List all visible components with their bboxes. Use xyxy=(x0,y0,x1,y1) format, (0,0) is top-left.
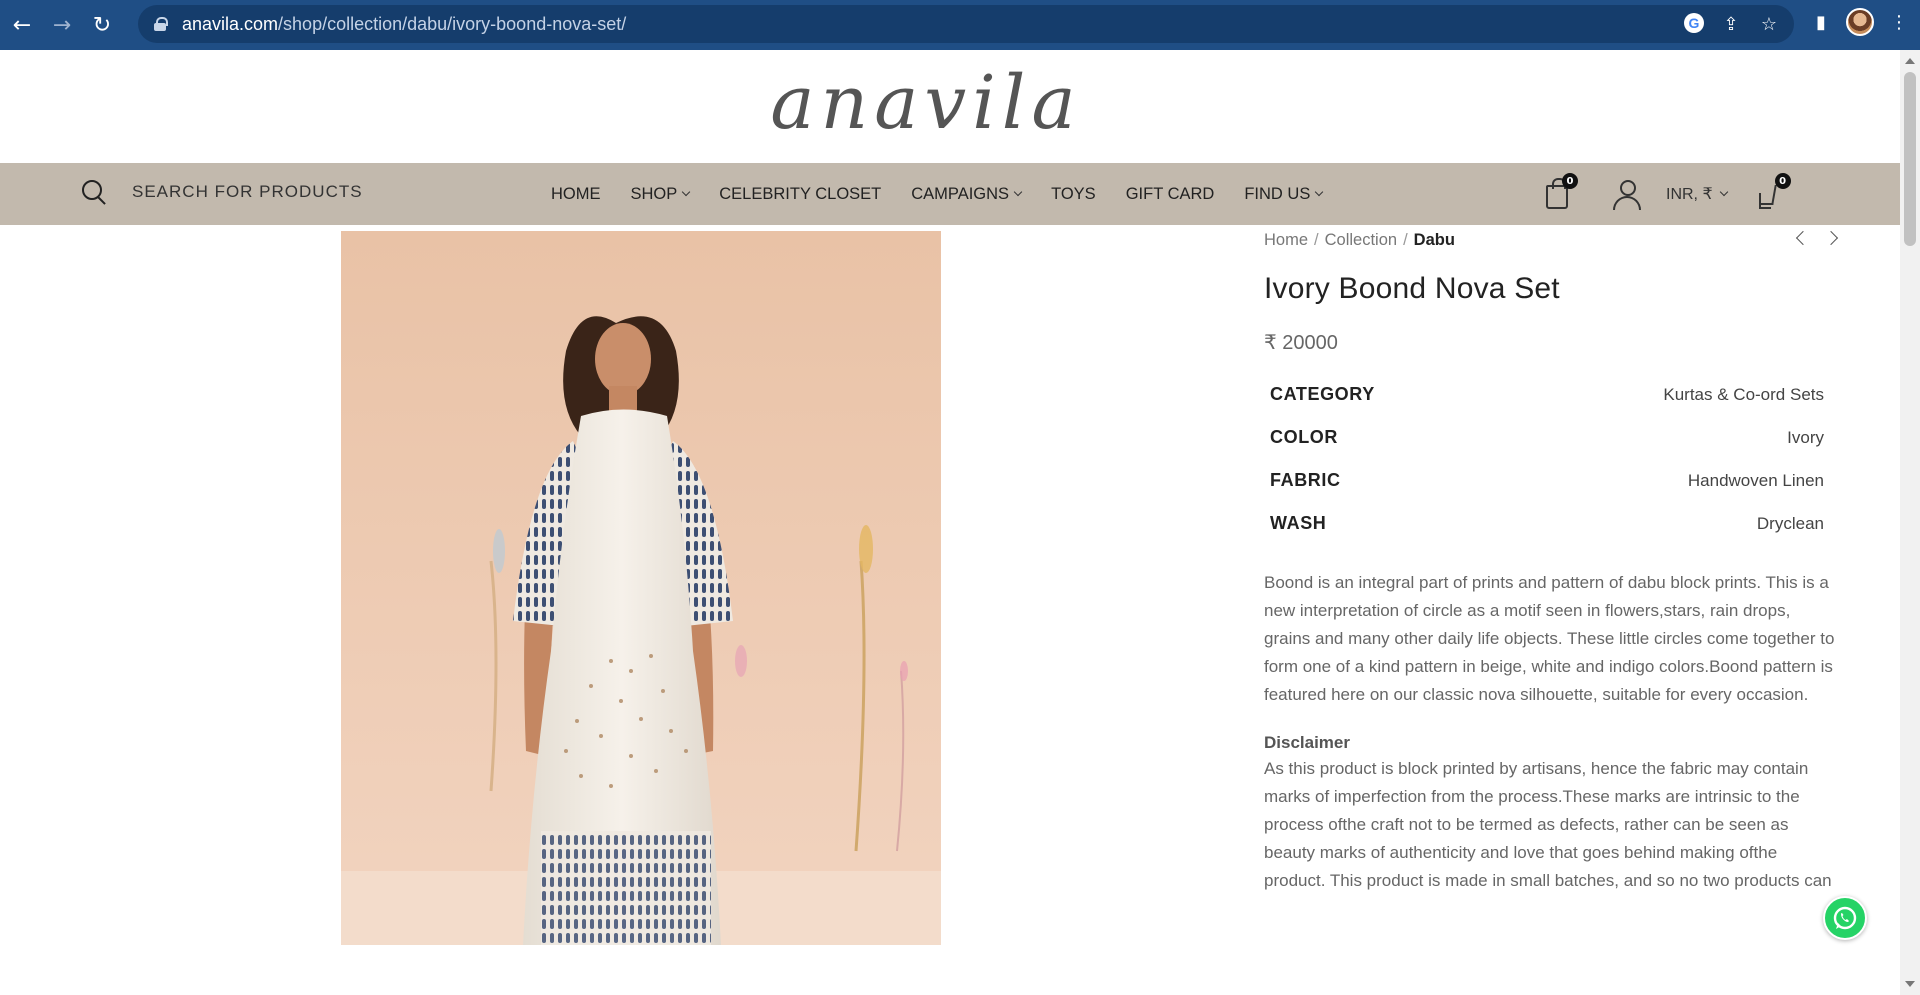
disclaimer-heading: Disclaimer xyxy=(1264,733,1350,752)
profile-avatar[interactable] xyxy=(1846,8,1874,36)
scroll-down-icon[interactable] xyxy=(1905,981,1915,987)
attribute-value: Ivory xyxy=(1787,427,1824,447)
product-description: Boond is an integral part of prints and … xyxy=(1264,573,1835,704)
browser-toolbar: ← → ↻ anavila.com/shop/collection/dabu/i… xyxy=(0,0,1920,50)
cart-count-badge: 0 xyxy=(1562,173,1578,189)
menu-item-label: SHOP xyxy=(630,184,678,203)
whatsapp-icon xyxy=(1833,906,1857,930)
product-details: Home / Collection / Dabu Ivory Boond Nov… xyxy=(1264,230,1839,895)
product-attributes: CATEGORY Kurtas & Co-ord Sets COLOR Ivor… xyxy=(1264,373,1830,545)
menu-item-find-us[interactable]: FIND US xyxy=(1244,184,1324,204)
menu-item-toys[interactable]: TOYS xyxy=(1051,185,1096,204)
whatsapp-chat-button[interactable] xyxy=(1823,896,1867,940)
product-navigation xyxy=(1795,230,1839,246)
menu-item-label: CELEBRITY CLOSET xyxy=(719,184,882,203)
chevron-down-icon xyxy=(1013,187,1023,197)
attribute-key: WASH xyxy=(1270,513,1327,533)
primary-menu: HOME SHOP CELEBRITY CLOSET CAMPAIGNS TOY… xyxy=(551,163,1324,225)
page-scrollbar[interactable] xyxy=(1900,50,1920,995)
menu-item-label: FIND US xyxy=(1244,184,1311,203)
lock-icon[interactable] xyxy=(154,17,168,31)
menu-item-campaigns[interactable]: CAMPAIGNS xyxy=(911,184,1023,204)
header-actions: 0 INR, ₹ 0 xyxy=(1546,163,1791,225)
menu-item-label: CAMPAIGNS xyxy=(911,184,1010,203)
product-title: Ivory Boond Nova Set xyxy=(1264,272,1560,305)
attribute-key: FABRIC xyxy=(1270,470,1341,490)
chevron-down-icon xyxy=(682,187,691,197)
attribute-row: FABRIC Handwoven Linen xyxy=(1264,459,1830,502)
search-input[interactable] xyxy=(132,182,392,202)
shopping-bag-icon xyxy=(1546,178,1568,209)
breadcrumb-current[interactable]: Dabu xyxy=(1414,231,1455,250)
attribute-row: CATEGORY Kurtas & Co-ord Sets xyxy=(1264,373,1830,416)
menu-item-label: HOME xyxy=(551,184,601,203)
attribute-row: COLOR Ivory xyxy=(1264,416,1830,459)
attribute-value: Kurtas & Co-ord Sets xyxy=(1663,384,1824,404)
back-icon[interactable]: ← xyxy=(4,7,40,43)
product-image[interactable] xyxy=(341,231,941,945)
breadcrumb-separator: / xyxy=(1403,231,1408,249)
main-nav: HOME SHOP CELEBRITY CLOSET CAMPAIGNS TOY… xyxy=(0,163,1900,225)
attribute-value: Handwoven Linen xyxy=(1687,470,1824,490)
share-icon[interactable]: ⇪ xyxy=(1720,13,1742,35)
cart-button[interactable]: 0 xyxy=(1546,173,1578,209)
url-path: /shop/collection/dabu/ivory-boond-nova-s… xyxy=(278,13,627,34)
menu-item-label: GIFT CARD xyxy=(1125,184,1215,203)
chevron-left-icon[interactable] xyxy=(1795,230,1811,246)
breadcrumb-collection[interactable]: Collection xyxy=(1325,231,1397,250)
menu-item-label: TOYS xyxy=(1051,184,1096,203)
site-logo[interactable]: anavila xyxy=(770,60,1081,146)
account-icon[interactable] xyxy=(1612,179,1642,210)
attribute-value: Dryclean xyxy=(1756,513,1824,533)
attribute-row: WASH Dryclean xyxy=(1264,502,1830,545)
scrollbar-thumb[interactable] xyxy=(1904,72,1916,246)
menu-item-home[interactable]: HOME xyxy=(551,185,601,204)
currency-selector[interactable]: INR, ₹ xyxy=(1666,184,1728,204)
attribute-key: COLOR xyxy=(1270,427,1338,447)
attribute-key: CATEGORY xyxy=(1270,384,1375,404)
menu-item-celebrity-closet[interactable]: CELEBRITY CLOSET xyxy=(719,185,881,204)
currency-label: INR, ₹ xyxy=(1666,186,1713,203)
reload-icon[interactable]: ↻ xyxy=(84,7,120,43)
product-photo xyxy=(341,231,941,945)
compare-count-badge: 0 xyxy=(1774,173,1791,189)
scroll-up-icon[interactable] xyxy=(1905,58,1915,64)
search-bar xyxy=(82,180,392,204)
chevron-right-icon[interactable] xyxy=(1823,230,1839,246)
product-price: ₹ 20000 xyxy=(1264,332,1338,354)
search-icon[interactable] xyxy=(82,180,106,204)
google-lens-icon[interactable]: G xyxy=(1684,13,1704,33)
address-bar[interactable]: anavila.com/shop/collection/dabu/ivory-b… xyxy=(138,5,1794,43)
breadcrumb-separator: / xyxy=(1314,231,1319,249)
menu-item-shop[interactable]: SHOP xyxy=(630,184,691,204)
side-panel-icon[interactable]: ▮ xyxy=(1810,11,1832,33)
url-host: anavila.com xyxy=(182,13,279,34)
url-text[interactable]: anavila.com/shop/collection/dabu/ivory-b… xyxy=(182,14,626,35)
site-header: anavila xyxy=(0,50,1900,163)
menu-item-gift-card[interactable]: GIFT CARD xyxy=(1126,185,1215,204)
forward-icon[interactable]: → xyxy=(44,7,80,43)
breadcrumb-home[interactable]: Home xyxy=(1264,231,1308,250)
breadcrumb: Home / Collection / Dabu xyxy=(1264,231,1836,250)
kebab-menu-icon[interactable]: ⋮ xyxy=(1888,11,1910,33)
bookmark-star-icon[interactable]: ☆ xyxy=(1758,13,1780,35)
chevron-down-icon xyxy=(1315,187,1324,197)
disclaimer-text: As this product is block printed by arti… xyxy=(1264,759,1832,890)
compare-button[interactable]: 0 xyxy=(1727,173,1791,209)
